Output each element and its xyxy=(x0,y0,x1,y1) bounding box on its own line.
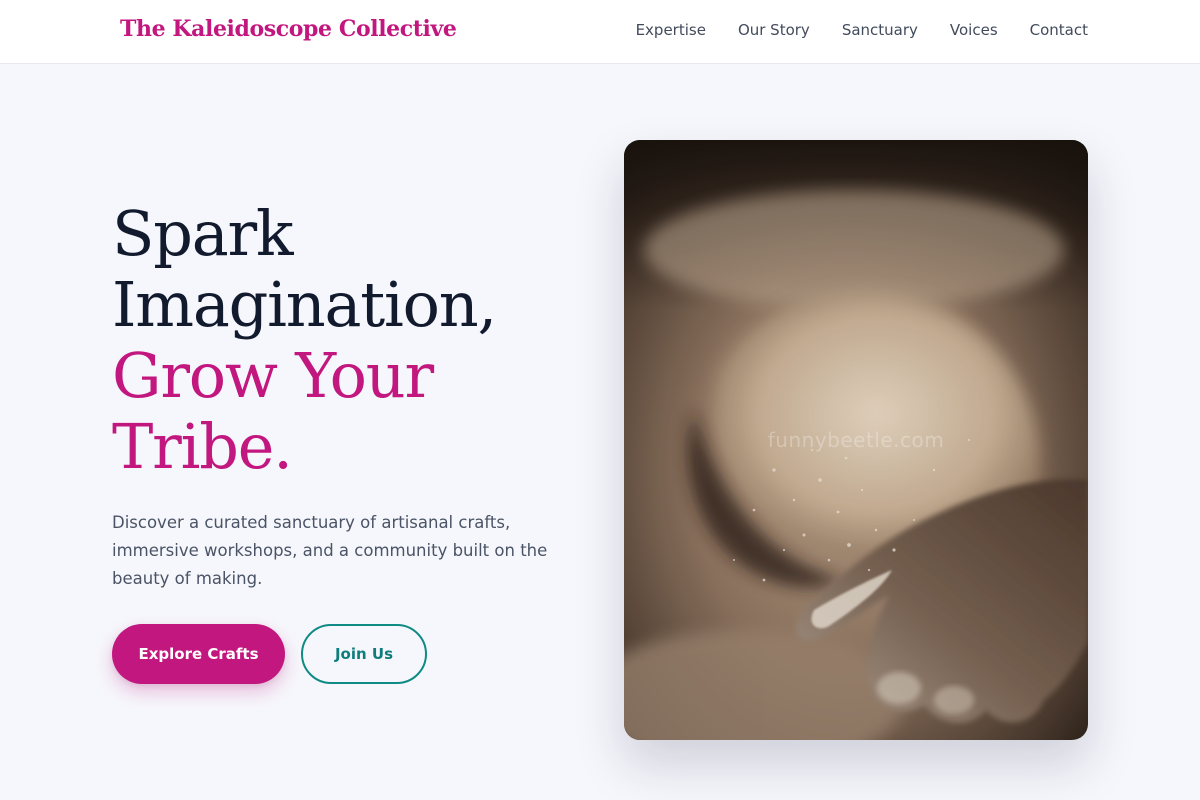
nav-link-voices[interactable]: Voices xyxy=(950,21,998,39)
join-us-button[interactable]: Join Us xyxy=(301,624,427,684)
hero-title-line-1: Spark xyxy=(112,197,294,270)
hero-subtitle: Discover a curated sanctuary of artisana… xyxy=(112,513,548,588)
hero-title-accent-line-2: Tribe. xyxy=(112,410,293,483)
nav-link-sanctuary[interactable]: Sanctuary xyxy=(842,21,918,39)
hero-title-accent-line-1: Grow Your xyxy=(112,339,434,412)
brand-logo[interactable]: The Kaleidoscope Collective xyxy=(120,16,457,42)
main-nav: Expertise Our Story Sanctuary Voices Con… xyxy=(636,21,1088,39)
hero-title: Spark Imagination, Grow Your Tribe. xyxy=(112,198,592,482)
explore-crafts-button[interactable]: Explore Crafts xyxy=(112,624,285,684)
top-navbar: The Kaleidoscope Collective Expertise Ou… xyxy=(0,0,1200,64)
flour-hand-photo xyxy=(624,140,1088,740)
nav-link-contact[interactable]: Contact xyxy=(1030,21,1088,39)
hero-image: funnybeetle.com xyxy=(624,140,1088,740)
nav-link-our-story[interactable]: Our Story xyxy=(738,21,810,39)
nav-link-expertise[interactable]: Expertise xyxy=(636,21,706,39)
hero-title-line-2: Imagination, xyxy=(112,268,497,341)
